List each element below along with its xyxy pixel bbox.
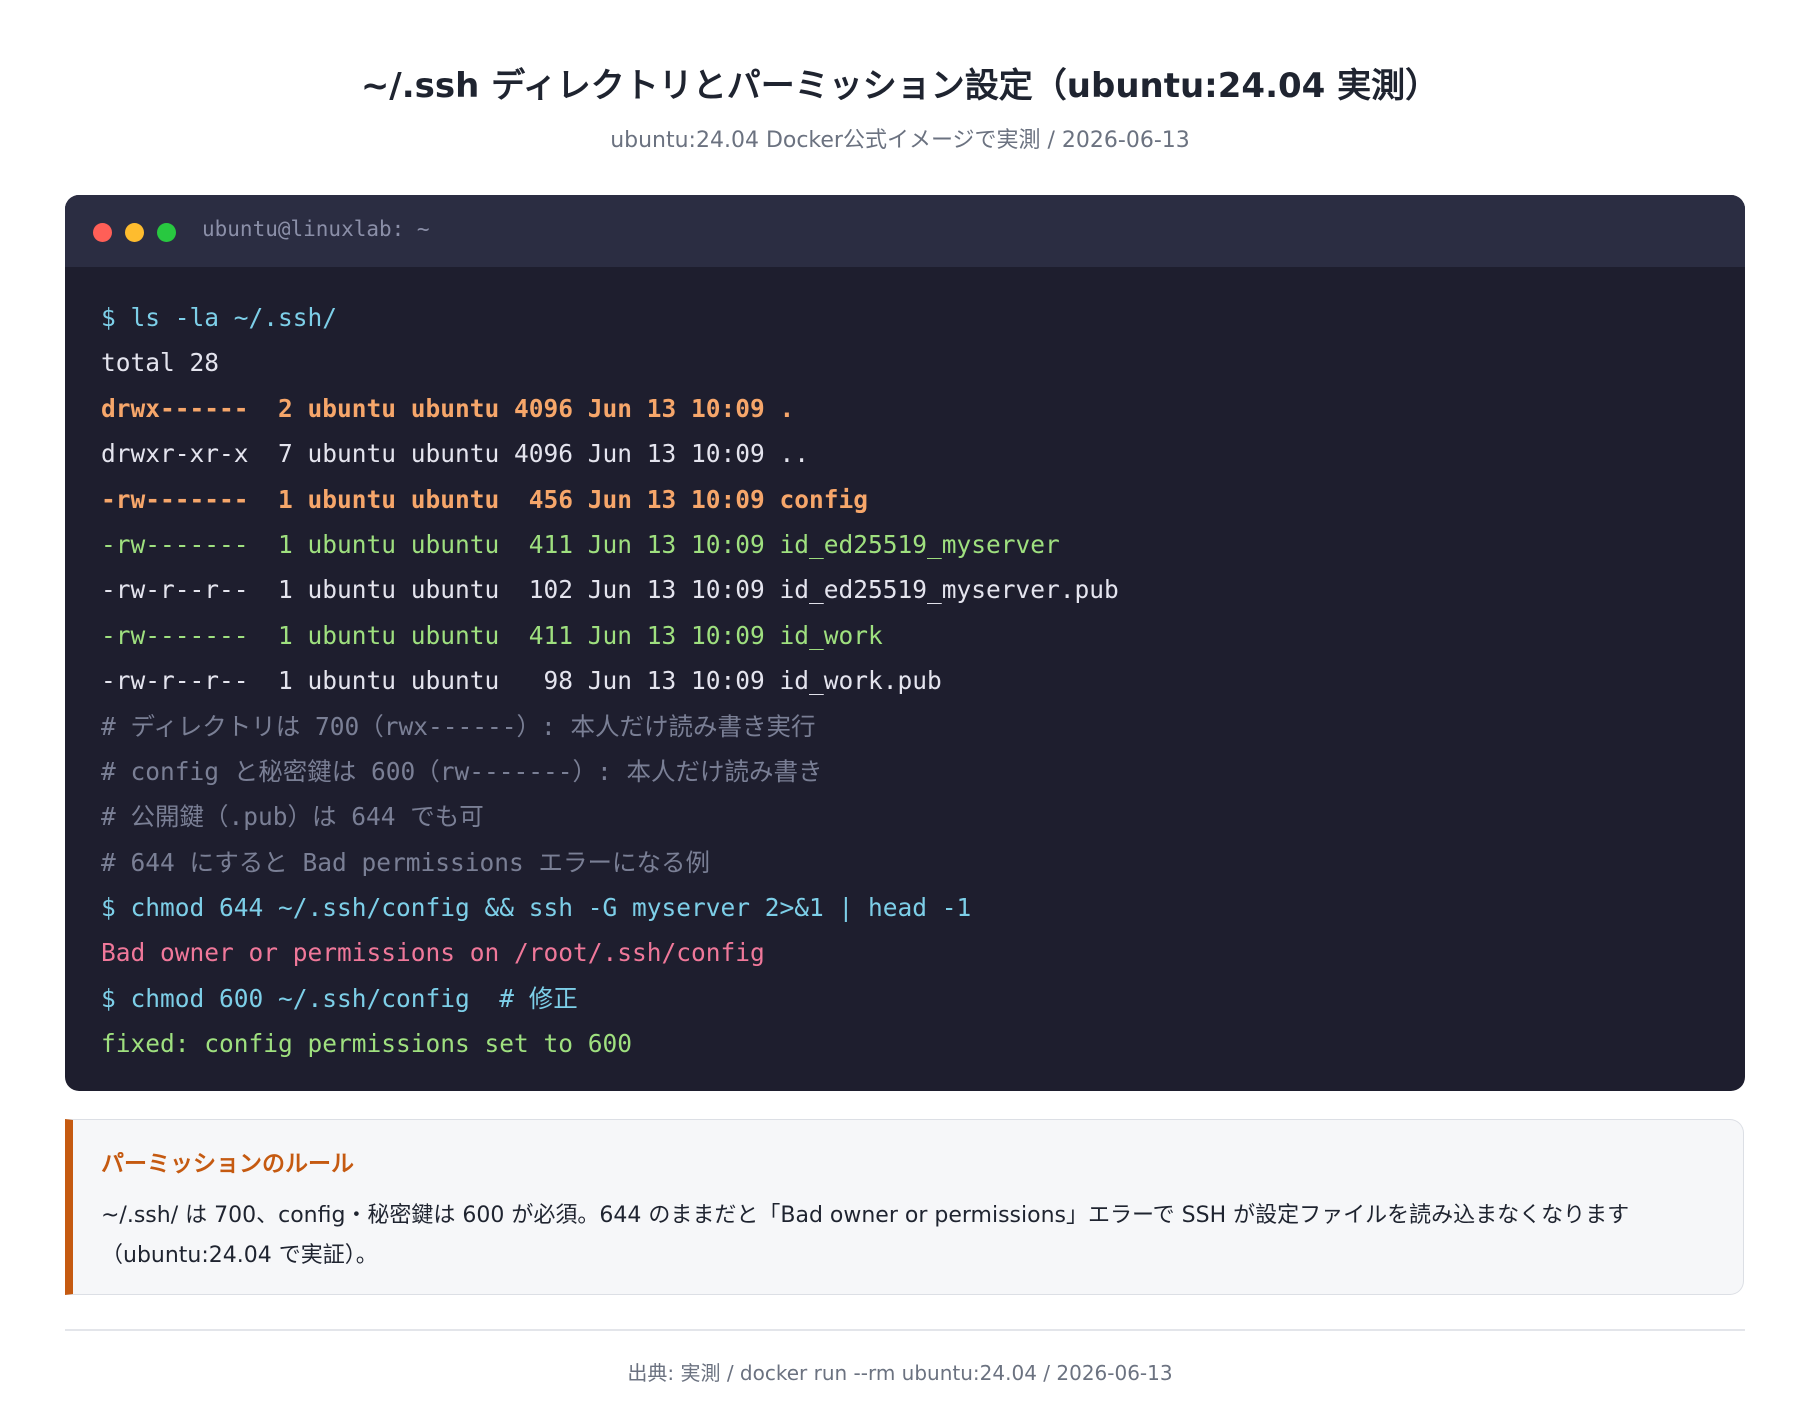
- terminal-line: $ chmod 644 ~/.ssh/config && ssh -G myse…: [101, 893, 972, 923]
- terminal-line: # config と秘密鍵は 600（rw-------）: 本人だけ読み書き: [101, 756, 823, 786]
- terminal-output[interactable]: $ ls -la ~/.ssh/total 28 drwx------ 2 ubu…: [101, 295, 1721, 1067]
- terminal-line: fixed: config permissions set to 600: [101, 1029, 633, 1059]
- terminal-line: # ディレクトリは 700（rwx------）: 本人だけ読み書き実行: [101, 711, 816, 741]
- terminal-line: # 644 にすると Bad permissions エラーになる例: [101, 847, 710, 877]
- source-footer: 出典: 実測 / docker run --rm ubuntu:24.04 / …: [627, 1361, 1173, 1385]
- terminal-line: $ chmod 600 ~/.ssh/config # 修正: [101, 983, 578, 1013]
- terminal-line: -rw------- 1 ubuntu ubuntu 411 Jun 13 10…: [101, 529, 1060, 559]
- minimize-dot-icon[interactable]: [125, 223, 144, 242]
- terminal-titlebar: ubuntu@linuxlab: ~: [65, 195, 1745, 267]
- terminal-line: drwxr-xr-x 7 ubuntu ubuntu 4096 Jun 13 1…: [101, 439, 810, 469]
- terminal-line: -rw------- 1 ubuntu ubuntu 411 Jun 13 10…: [101, 620, 883, 650]
- maximize-dot-icon[interactable]: [157, 223, 176, 242]
- close-dot-icon[interactable]: [93, 223, 112, 242]
- terminal-line: Bad owner or permissions on /root/.ssh/c…: [101, 938, 765, 968]
- divider: [65, 1329, 1745, 1331]
- terminal-line: drwx------ 2 ubuntu ubuntu 4096 Jun 13 1…: [101, 393, 795, 423]
- page-subtitle: ubuntu:24.04 Docker公式イメージで実測 / 2026-06-1…: [610, 128, 1190, 153]
- terminal-line: -rw------- 1 ubuntu ubuntu 456 Jun 13 10…: [101, 484, 869, 514]
- terminal-line: $ ls -la ~/.ssh/: [101, 303, 338, 332]
- terminal-line: total 28: [101, 348, 220, 378]
- rules-callout: パーミッションのルール ~/.ssh/ は 700、config・秘密鍵は 60…: [65, 1119, 1744, 1295]
- terminal-line: -rw-r--r-- 1 ubuntu ubuntu 98 Jun 13 10:…: [101, 666, 942, 696]
- callout-text: ~/.ssh/ は 700、config・秘密鍵は 600 が必須。644 のま…: [101, 1203, 1630, 1268]
- terminal-line: # 公開鍵（.pub）は 644 でも可: [101, 802, 484, 832]
- page: ~/.ssh ディレクトリとパーミッション設定（ubuntu:24.04 実測）…: [0, 0, 1800, 1416]
- page-title: ~/.ssh ディレクトリとパーミッション設定（ubuntu:24.04 実測）: [360, 66, 1440, 106]
- callout-title: パーミッションのルール: [101, 1151, 354, 1177]
- terminal-window[interactable]: ubuntu@linuxlab: ~ $ ls -la ~/.ssh/total…: [65, 195, 1745, 1091]
- terminal-title: ubuntu@linuxlab: ~: [202, 217, 430, 241]
- terminal-line: -rw-r--r-- 1 ubuntu ubuntu 102 Jun 13 10…: [101, 575, 1119, 605]
